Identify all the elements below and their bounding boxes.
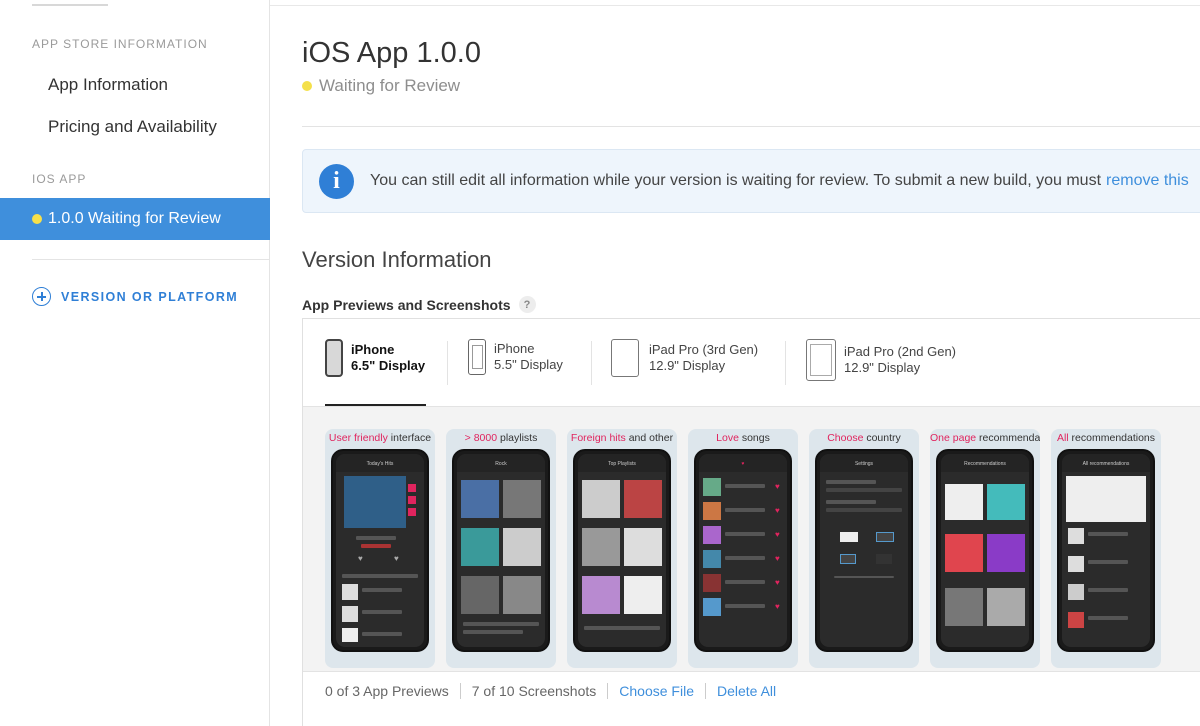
phone-screen: Today's Hits ♥ ♥ — [336, 454, 424, 647]
tab-ipad-pro-2nd-gen[interactable]: iPad Pro (2nd Gen) 12.9" Display — [806, 339, 956, 381]
screenshot-thumbnail[interactable]: User friendly interface Today's Hits ♥ ♥ — [325, 429, 435, 668]
sidebar-item-version-label: 1.0.0 Waiting for Review — [48, 210, 221, 227]
iphone-icon — [468, 339, 486, 375]
sidebar-top-divider — [32, 0, 108, 6]
phone-screen: All recommendations — [1062, 454, 1150, 647]
tab-divider — [785, 341, 786, 385]
top-divider — [270, 0, 1200, 6]
footer-divider — [607, 683, 609, 699]
page-title: iOS App 1.0.0 — [302, 37, 481, 69]
sidebar-item-app-information[interactable]: App Information — [48, 75, 168, 95]
screenshot-thumbnail[interactable]: Choose country Settings — [809, 429, 919, 668]
tab-label: iPhone — [494, 341, 535, 356]
screenshot-gallery: User friendly interface Today's Hits ♥ ♥ — [303, 406, 1200, 672]
status-dot-icon — [32, 214, 42, 224]
tab-divider — [447, 341, 448, 385]
add-version-label: VERSION OR PLATFORM — [61, 289, 239, 304]
delete-all-link[interactable]: Delete All — [717, 683, 776, 699]
screenshot-caption: User friendly interface — [328, 432, 432, 444]
sidebar-divider — [32, 259, 270, 260]
info-icon: i — [319, 163, 354, 199]
tab-iphone-5-5[interactable]: iPhone 5.5" Display — [468, 339, 563, 375]
phone-screen: Settings — [820, 454, 908, 647]
tab-label: iPad Pro (3rd Gen) — [649, 342, 759, 357]
phone-screen: Top Playlists — [578, 454, 666, 647]
add-version-or-platform-button[interactable]: VERSION OR PLATFORM — [32, 287, 238, 306]
screenshot-caption: Love songs — [716, 432, 770, 444]
help-icon[interactable]: ? — [518, 296, 536, 313]
media-panel: iPhone 6.5" Display iPhone 5.5" Display … — [302, 318, 1200, 726]
phone-screen: Recommendations — [941, 454, 1029, 647]
screenshot-caption: > 8000 playlists — [464, 432, 538, 444]
tab-sublabel: 12.9" Display — [649, 358, 726, 373]
phone-screen: ♥ ♥ ♥ ♥ ♥ ♥ ♥ — [699, 454, 787, 647]
screenshots-count: 7 of 10 Screenshots — [471, 683, 597, 699]
phone-frame: Rock — [452, 449, 550, 652]
version-status: Waiting for Review — [302, 76, 460, 96]
screenshot-thumbnail[interactable]: One page recommendations Recommendations — [930, 429, 1040, 668]
media-footer: 0 of 3 App Previews 7 of 10 Screenshots … — [325, 683, 776, 699]
iphone-x-icon — [325, 339, 343, 377]
screenshot-caption: All recommendations — [1056, 432, 1156, 444]
phone-frame: Recommendations — [936, 449, 1034, 652]
footer-divider — [704, 683, 706, 699]
main-content: iOS App 1.0.0 Waiting for Review i You c… — [270, 0, 1200, 726]
phone-frame: Settings — [815, 449, 913, 652]
header-divider — [302, 126, 1200, 127]
previews-heading-label: App Previews and Screenshots — [302, 296, 511, 313]
sidebar: APP STORE INFORMATION App Information Pr… — [0, 0, 270, 726]
phone-frame: ♥ ♥ ♥ ♥ ♥ ♥ ♥ — [694, 449, 792, 652]
tab-label: iPad Pro (2nd Gen) — [844, 344, 957, 359]
version-information-heading: Version Information — [302, 247, 492, 272]
tab-sublabel: 5.5" Display — [494, 357, 563, 372]
screenshot-caption: Foreign hits and other — [570, 432, 674, 444]
remove-build-link[interactable]: remove this — [1106, 172, 1189, 190]
tab-sublabel: 12.9" Display — [844, 360, 921, 375]
plus-circle-icon — [32, 287, 51, 306]
screenshot-caption: One page recommendations — [930, 432, 1040, 444]
tab-ipad-pro-3rd-gen[interactable]: iPad Pro (3rd Gen) 12.9" Display — [611, 339, 758, 377]
phone-frame: All recommendations — [1057, 449, 1155, 652]
sidebar-section-ios-app: IOS APP — [32, 172, 87, 186]
footer-divider — [459, 683, 461, 699]
status-dot-icon — [302, 81, 312, 91]
screenshot-thumbnail[interactable]: Love songs ♥ ♥ ♥ ♥ ♥ ♥ ♥ — [688, 429, 798, 668]
tab-iphone-6-5[interactable]: iPhone 6.5" Display — [325, 339, 425, 377]
screenshot-caption: Choose country — [827, 432, 901, 444]
choose-file-link[interactable]: Choose File — [619, 683, 694, 699]
device-tabs: iPhone 6.5" Display iPhone 5.5" Display … — [303, 319, 1200, 406]
previews-heading: App Previews and Screenshots ? — [302, 296, 536, 313]
phone-screen: Rock — [457, 454, 545, 647]
tab-divider — [591, 341, 592, 385]
phone-frame: Today's Hits ♥ ♥ — [331, 449, 429, 652]
info-banner: i You can still edit all information whi… — [302, 149, 1200, 213]
tab-label: iPhone — [351, 342, 395, 357]
phone-frame: Top Playlists — [573, 449, 671, 652]
app-previews-count: 0 of 3 App Previews — [325, 683, 449, 699]
sidebar-item-version-1-0-0[interactable]: 1.0.0 Waiting for Review — [0, 198, 270, 240]
screenshot-thumbnail[interactable]: > 8000 playlists Rock — [446, 429, 556, 668]
screenshot-thumbnail[interactable]: All recommendations All recommendations — [1051, 429, 1161, 668]
screenshot-thumbnail[interactable]: Foreign hits and other Top Playlists — [567, 429, 677, 668]
ipad-home-button-icon — [806, 339, 836, 381]
ipad-icon — [611, 339, 639, 377]
sidebar-item-pricing[interactable]: Pricing and Availability — [48, 117, 217, 137]
sidebar-section-app-store: APP STORE INFORMATION — [32, 37, 208, 51]
status-text: Waiting for Review — [319, 76, 461, 95]
tab-sublabel: 6.5" Display — [351, 358, 426, 373]
info-banner-text: You can still edit all information while… — [370, 172, 1102, 189]
